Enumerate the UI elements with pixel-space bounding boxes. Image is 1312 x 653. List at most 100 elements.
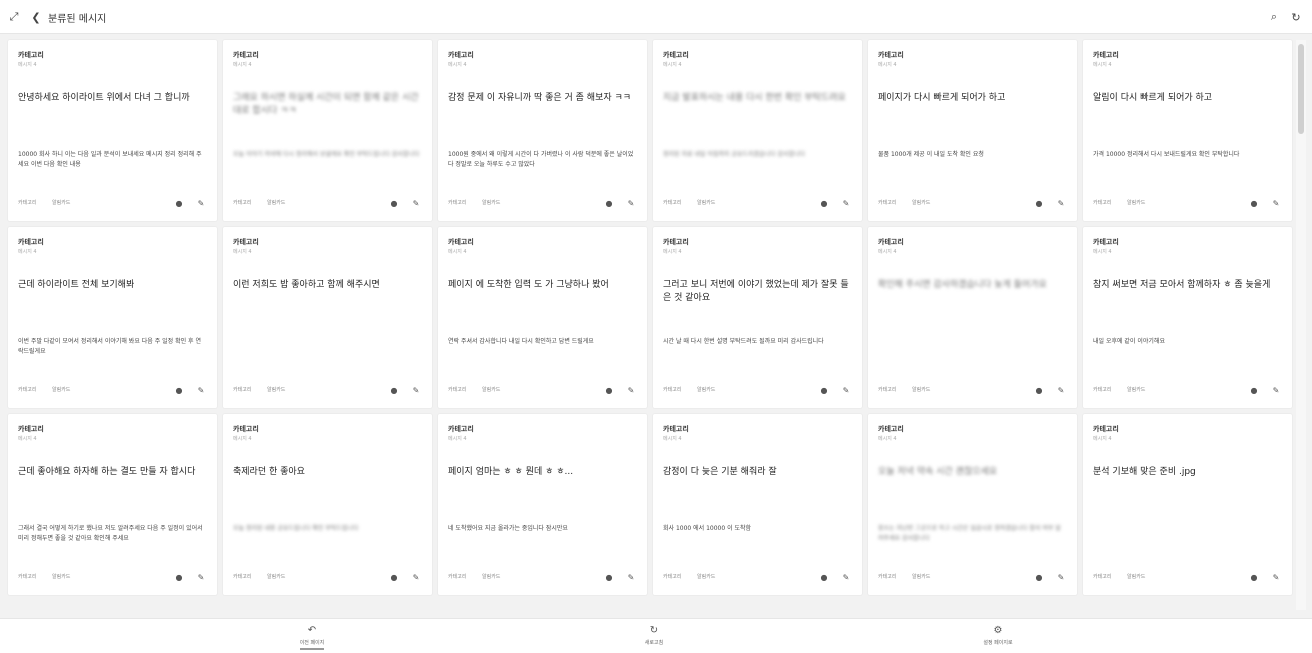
card-footer-left: 카테고리 <box>878 387 897 393</box>
card-subtitle: 메시지 4 <box>18 436 37 442</box>
edit-icon[interactable]: ✎ <box>625 571 637 583</box>
message-card[interactable]: 카테고리 메시지 4 그러고 보니 저번에 이야기 했었는데 제가 잘못 들은 것 … <box>653 227 862 408</box>
edit-icon[interactable]: ✎ <box>195 571 207 583</box>
card-category: 카테고리 <box>18 238 44 246</box>
card-category: 카테고리 <box>878 238 904 246</box>
card-footer-right: 알림카드 <box>697 574 716 580</box>
card-footer-left: 카테고리 <box>18 387 37 393</box>
message-card[interactable]: 카테고리 메시지 4 축제라던 한 좋아요 오늘 정리된 내용 공유드립니다 확인 부… <box>223 414 432 595</box>
pin-icon[interactable]: ● <box>173 197 185 209</box>
pin-icon[interactable]: ● <box>603 197 615 209</box>
edit-icon[interactable]: ✎ <box>1055 384 1067 396</box>
edit-icon[interactable]: ✎ <box>410 197 422 209</box>
message-card[interactable]: 카테고리 메시지 4 감정 문제 이 자유니까 딱 좋은 거 좀 해보자 ㅋㅋ 100… <box>438 40 647 221</box>
card-footer-left: 카테고리 <box>1093 387 1112 393</box>
card-body: 물품 1000개 제공 이 내일 도착 확인 요청 <box>878 151 984 158</box>
edit-icon[interactable]: ✎ <box>625 384 637 396</box>
nav-back-button[interactable]: ↶ 이전 페이지 <box>272 625 352 650</box>
card-footer: 카테고리 알림카드 ● ✎ <box>233 571 422 583</box>
edit-icon[interactable]: ✎ <box>840 197 852 209</box>
edit-icon[interactable]: ✎ <box>1270 384 1282 396</box>
message-card[interactable]: 카테고리 메시지 4 분석 기보해 맞은 준비 .jpg 카테고리 알림카드 ● ✎ <box>1083 414 1292 595</box>
card-category: 카테고리 <box>448 425 474 433</box>
card-subtitle: 메시지 4 <box>233 436 252 442</box>
message-card[interactable]: 카테고리 메시지 4 페이지가 다시 빠르게 되어가 하고 물품 1000개 제공 이… <box>868 40 1077 221</box>
page-title: 분류된 메시지 <box>48 14 107 25</box>
edit-icon[interactable]: ✎ <box>410 384 422 396</box>
card-body: 정리된 자료 내일 아침까지 공유드리겠습니다 감사합니다 <box>663 151 806 158</box>
pin-icon[interactable]: ● <box>1248 571 1260 583</box>
edit-icon[interactable]: ✎ <box>1270 571 1282 583</box>
card-footer-right: 알림카드 <box>482 387 501 393</box>
edit-icon[interactable]: ✎ <box>195 384 207 396</box>
nav-refresh-button[interactable]: ↻ 새로고침 <box>614 625 694 646</box>
edit-icon[interactable]: ✎ <box>1055 571 1067 583</box>
pin-icon[interactable]: ● <box>1033 384 1045 396</box>
expand-icon[interactable]: ⤢ <box>6 9 22 25</box>
pin-icon[interactable]: ● <box>818 571 830 583</box>
pin-icon[interactable]: ● <box>603 571 615 583</box>
message-card[interactable]: 카테고리 메시지 4 그래요 하시면 하실께 시간이 되면 함께 같은 시간대로 합… <box>223 40 432 221</box>
scrollbar-thumb[interactable] <box>1298 44 1304 134</box>
message-card[interactable]: 카테고리 메시지 4 참지 써보면 저금 모아서 함께하자 ㅎ 좀 늦을게 내일 오후… <box>1083 227 1292 408</box>
nav-back-label: 이전 페이지 <box>299 640 325 646</box>
message-card[interactable]: 카테고리 메시지 4 페이지 엄마는 ㅎ ㅎ 뭔데 ㅎ ㅎ... 네 도착했어요 지금… <box>438 414 647 595</box>
pin-icon[interactable]: ● <box>173 384 185 396</box>
edit-icon[interactable]: ✎ <box>625 197 637 209</box>
message-card[interactable]: 카테고리 메시지 4 이런 저희도 밥 좋아하고 함께 해주시면 카테고리 알림카드 ● ✎ <box>223 227 432 408</box>
card-subtitle: 메시지 4 <box>448 249 467 255</box>
card-footer: 카테고리 알림카드 ● ✎ <box>878 571 1067 583</box>
pin-icon[interactable]: ● <box>1248 384 1260 396</box>
pin-icon[interactable]: ● <box>818 384 830 396</box>
pin-icon[interactable]: ● <box>1248 197 1260 209</box>
edit-icon[interactable]: ✎ <box>410 571 422 583</box>
message-card[interactable]: 카테고리 메시지 4 감정이 다 늦은 기분 해줘라 잘 회사 1000 에서 100… <box>653 414 862 595</box>
pin-icon[interactable]: ● <box>1033 571 1045 583</box>
edit-icon[interactable]: ✎ <box>195 197 207 209</box>
message-card[interactable]: 카테고리 메시지 4 근데 좋아해요 하자해 하는 결도 만들 자 합시다 그래서 결… <box>8 414 217 595</box>
card-title: 안녕하세요 하이라이트 위에서 다녀 그 합니까 <box>18 93 190 103</box>
card-footer: 카테고리 알림카드 ● ✎ <box>663 571 852 583</box>
edit-icon[interactable]: ✎ <box>840 384 852 396</box>
message-card[interactable]: 카테고리 메시지 4 오늘 저녁 약속 시간 괜찮으세요 장소는 지난번 그곳으로 하… <box>868 414 1077 595</box>
edit-icon[interactable]: ✎ <box>840 571 852 583</box>
pin-icon[interactable]: ● <box>388 571 400 583</box>
card-title: 근데 하이라이트 전체 보기해봐 <box>18 280 135 290</box>
card-subtitle: 메시지 4 <box>18 249 37 255</box>
refresh-icon[interactable]: ↻ <box>1288 9 1304 25</box>
card-footer-right: 알림카드 <box>267 200 286 206</box>
pin-icon[interactable]: ● <box>388 197 400 209</box>
message-card[interactable]: 카테고리 메시지 4 확인해 주시면 감사하겠습니다 늦게 들어가요 카테고리 알림카드… <box>868 227 1077 408</box>
card-subtitle: 메시지 4 <box>1093 249 1112 255</box>
card-category: 카테고리 <box>18 51 44 59</box>
pin-icon[interactable]: ● <box>818 197 830 209</box>
card-title: 참지 써보면 저금 모아서 함께하자 ㅎ 좀 늦을게 <box>1093 280 1271 290</box>
pin-icon[interactable]: ● <box>603 384 615 396</box>
pin-icon[interactable]: ● <box>173 571 185 583</box>
card-footer-left: 카테고리 <box>1093 200 1112 206</box>
edit-icon[interactable]: ✎ <box>1270 197 1282 209</box>
edit-icon[interactable]: ✎ <box>1055 197 1067 209</box>
nav-settings-button[interactable]: ⚙ 설정 페이지로 <box>958 625 1038 646</box>
card-footer: 카테고리 알림카드 ● ✎ <box>1093 384 1282 396</box>
card-footer-right: 알림카드 <box>482 574 501 580</box>
card-subtitle: 메시지 4 <box>18 62 37 68</box>
message-card[interactable]: 카테고리 메시지 4 안녕하세요 하이라이트 위에서 다녀 그 합니까 10000 회… <box>8 40 217 221</box>
pin-icon[interactable]: ● <box>1033 197 1045 209</box>
card-category: 카테고리 <box>1093 425 1119 433</box>
card-category: 카테고리 <box>663 425 689 433</box>
message-card[interactable]: 카테고리 메시지 4 알림이 다시 빠르게 되어가 하고 가격 10000 정리해서 … <box>1083 40 1292 221</box>
message-card[interactable]: 카테고리 메시지 4 근데 하이라이트 전체 보기해봐 이번 주말 다같이 모여서 정… <box>8 227 217 408</box>
card-title: 감정이 다 늦은 기분 해줘라 잘 <box>663 467 777 477</box>
card-footer-left: 카테고리 <box>448 200 467 206</box>
message-card[interactable]: 카테고리 메시지 4 페이지 에 도착한 입력 도 가 그냥하나 봤어 연락 주셔서 … <box>438 227 647 408</box>
message-card[interactable]: 카테고리 메시지 4 지금 발표하시는 내용 다시 한번 확인 부탁드려요 정리된 자… <box>653 40 862 221</box>
search-icon[interactable]: ⌕ <box>1266 9 1282 25</box>
scrollbar[interactable] <box>1296 40 1306 610</box>
pin-icon[interactable]: ● <box>388 384 400 396</box>
card-footer-right: 알림카드 <box>912 574 931 580</box>
card-footer: 카테고리 알림카드 ● ✎ <box>448 384 637 396</box>
back-icon[interactable]: ❮ <box>28 9 44 25</box>
card-footer: 카테고리 알림카드 ● ✎ <box>878 384 1067 396</box>
card-title: 감정 문제 이 자유니까 딱 좋은 거 좀 해보자 ㅋㅋ <box>448 93 632 103</box>
